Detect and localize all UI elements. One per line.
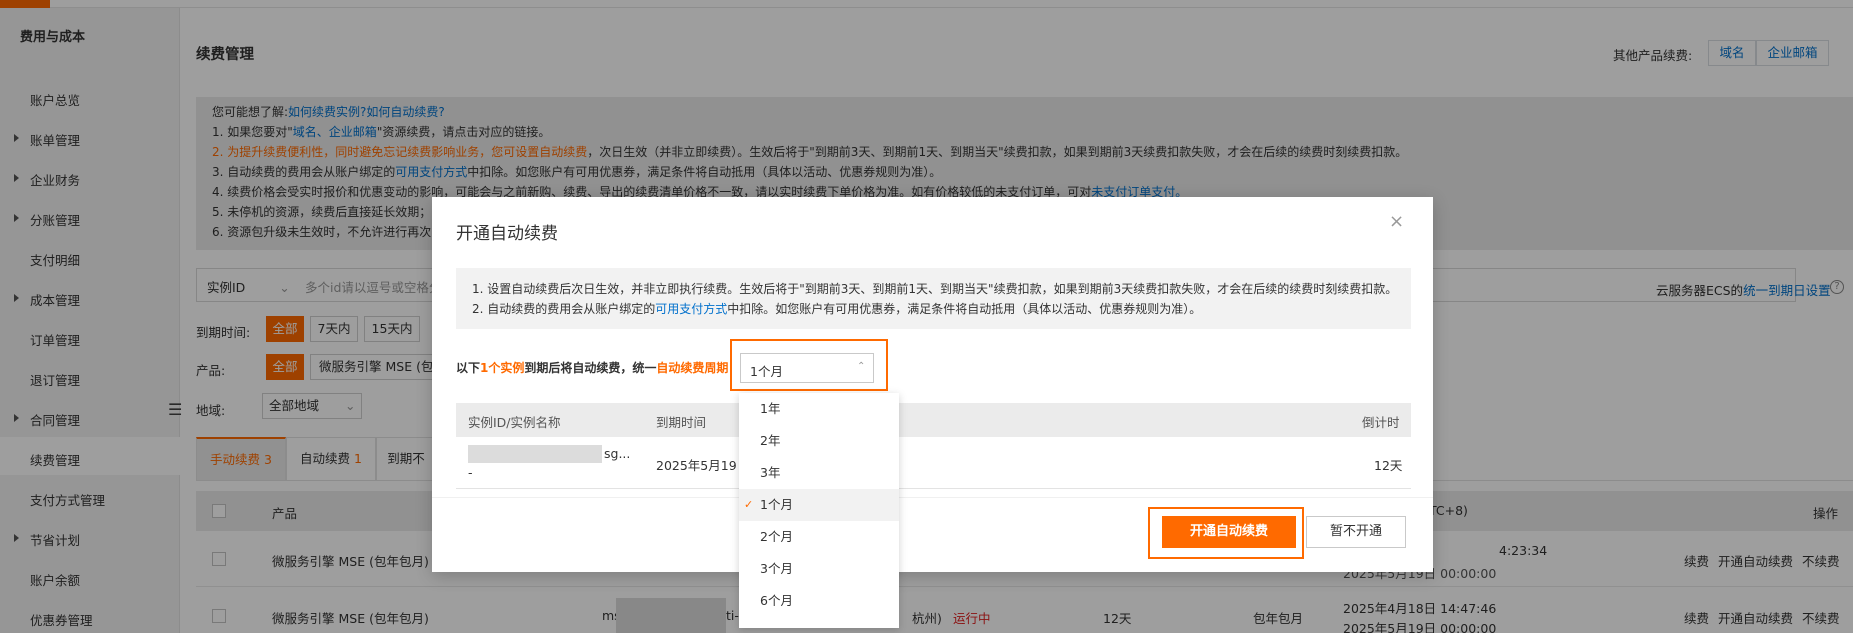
period-dropdown-menu: 1年 2年 3年 ✓ 1个月 2个月 3个月 6个月 <box>739 393 899 628</box>
close-icon[interactable]: × <box>1389 212 1404 232</box>
auto-renew-dialog: 开通自动续费 × 1. 设置自动续费后次日生效，并非立即执行续费。生效后将于"到… <box>432 197 1433 572</box>
period-value: 1个月 <box>750 364 783 379</box>
check-icon: ✓ <box>744 498 754 511</box>
row-id-name: - <box>468 465 473 480</box>
payment-method-link[interactable]: 可用支付方式 <box>655 302 727 316</box>
chevron-up-icon: ⌃ <box>857 361 866 372</box>
dialog-divider <box>432 497 1433 498</box>
period-option-6m[interactable]: 6个月 <box>739 585 899 617</box>
period-option-2m[interactable]: 2个月 <box>739 521 899 553</box>
period-option-3m[interactable]: 3个月 <box>739 553 899 585</box>
instance-count: 1个实例 <box>480 361 525 375</box>
dialog-table-row: sg... - 2025年5月19 12天 <box>456 437 1411 489</box>
redacted-instance-id <box>468 445 602 463</box>
dialog-note-2: 2. 自动续费的费用会从账户绑定的 <box>472 302 656 316</box>
renew-period-select[interactable]: 1个月 ⌃ <box>740 353 874 383</box>
renew-text-a: 以下 <box>456 361 481 375</box>
not-now-button[interactable]: 暂不开通 <box>1306 516 1406 548</box>
dialog-note-2-tail: 中扣除。如您账户有可用优惠券，满足条件将自动抵用（具体以活动、优惠券规则为准）。 <box>727 302 1202 316</box>
col-countdown: 倒计时 <box>1362 415 1400 430</box>
row-id-suffix: sg... <box>604 446 631 461</box>
renew-summary: 以下1个实例到期后将自动续费，统一自动续费周期 <box>456 359 728 376</box>
period-option-3y[interactable]: 3年 <box>739 457 899 489</box>
period-option-1y[interactable]: 1年 <box>739 393 899 425</box>
dialog-notice: 1. 设置自动续费后次日生效，并非立即执行续费。生效后将于"到期前3天、到期前1… <box>456 268 1411 329</box>
enable-auto-renew-button[interactable]: 开通自动续费 <box>1162 516 1296 548</box>
option-label: 1个月 <box>760 497 793 512</box>
renew-text-c: 到期后将自动续费，统一 <box>524 361 657 375</box>
col-expiry: 到期时间 <box>656 415 707 430</box>
period-option-1m[interactable]: ✓ 1个月 <box>739 489 899 521</box>
dialog-note-1: 1. 设置自动续费后次日生效，并非立即执行续费。生效后将于"到期前3天、到期前1… <box>472 282 1398 296</box>
period-option-2y[interactable]: 2年 <box>739 425 899 457</box>
row-countdown: 12天 <box>1374 458 1403 473</box>
renew-period-label: 自动续费周期 <box>656 361 729 375</box>
row-expiry: 2025年5月19 <box>656 458 737 473</box>
dialog-table-header: 实例ID/实例名称 到期时间 倒计时 <box>456 403 1411 437</box>
dialog-title: 开通自动续费 <box>456 224 558 244</box>
col-instance-id: 实例ID/实例名称 <box>468 415 561 430</box>
